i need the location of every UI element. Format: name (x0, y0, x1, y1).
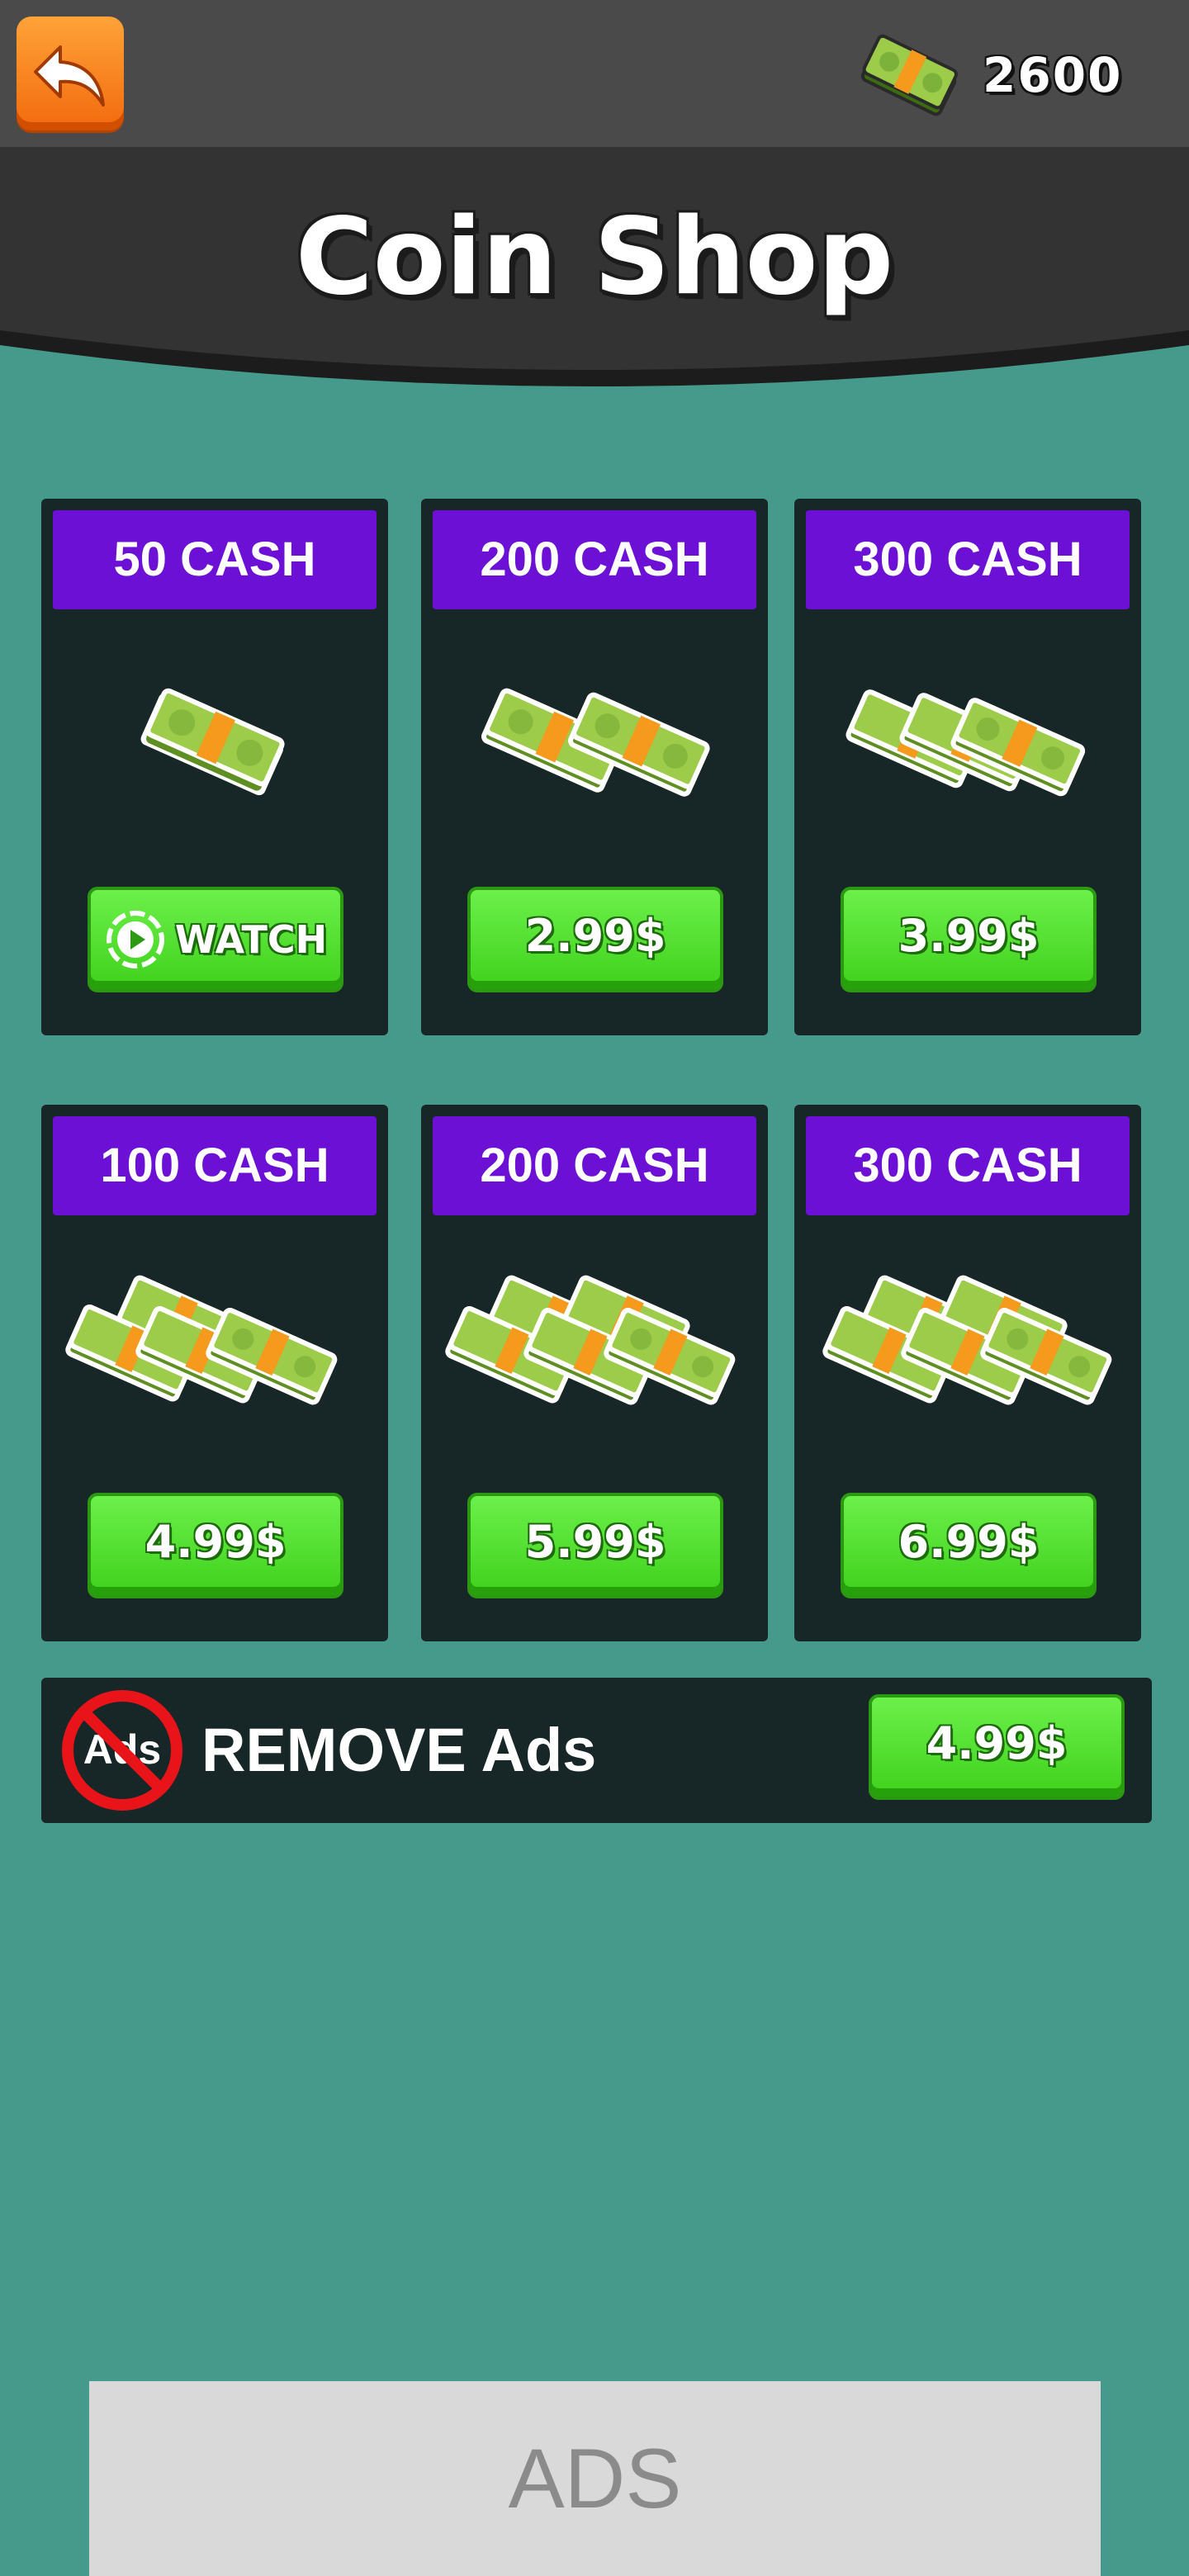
buy-200-cash-button[interactable]: 2.99$ (467, 887, 723, 992)
watch-ad-button[interactable]: WATCH (88, 887, 343, 992)
watch-button-label: WATCH (174, 917, 328, 962)
back-button[interactable] (17, 17, 124, 130)
product-card-100-cash: 100 CASH 4.99$ (41, 1105, 388, 1641)
play-circle-icon (106, 911, 164, 968)
cash-stack-icon (140, 688, 285, 796)
top-bar: 2600 (0, 0, 1189, 149)
page-title: Coin Shop (295, 196, 894, 319)
back-arrow-icon (34, 45, 105, 107)
buy-100-cash-button[interactable]: 4.99$ (88, 1493, 343, 1598)
remove-ads-label: REMOVE Ads (201, 1716, 597, 1784)
cash-balance: 2600 (983, 47, 1123, 103)
product-label: 200 CASH (433, 510, 756, 609)
product-label: 100 CASH (53, 1116, 377, 1215)
remove-ads-row: Ads REMOVE Ads 4.99$ (41, 1678, 1152, 1823)
product-card-200-cash: 200 CASH 2.99$ (421, 499, 768, 1035)
buy-300-cash-bundle-button[interactable]: 6.99$ (841, 1493, 1097, 1598)
cash-stack-icon (846, 689, 1086, 797)
cash-stack-icon (481, 688, 710, 797)
cash-stack-icon (822, 1275, 1112, 1405)
buy-300-cash-button[interactable]: 3.99$ (841, 887, 1097, 992)
product-label: 200 CASH (433, 1116, 756, 1215)
product-card-200-cash-bundle: 200 CASH 5.99$ (421, 1105, 768, 1641)
buy-200-cash-bundle-button[interactable]: 5.99$ (467, 1493, 723, 1598)
ad-banner[interactable]: ADS (89, 2381, 1101, 2576)
product-label: 300 CASH (806, 510, 1130, 609)
cash-stack-icon (860, 34, 958, 116)
product-card-300-cash-bundle: 300 CASH 6.99$ (794, 1105, 1141, 1641)
product-card-300-cash: 300 CASH 3.99$ (794, 499, 1141, 1035)
product-card-50-cash: 50 CASH WATCH (41, 499, 388, 1035)
cash-stack-icon (445, 1275, 736, 1405)
remove-ads-button[interactable]: 4.99$ (869, 1694, 1125, 1800)
cash-stack-icon (65, 1275, 338, 1405)
product-label: 300 CASH (806, 1116, 1130, 1215)
product-label: 50 CASH (53, 510, 377, 609)
no-ads-icon: Ads (62, 1690, 182, 1811)
